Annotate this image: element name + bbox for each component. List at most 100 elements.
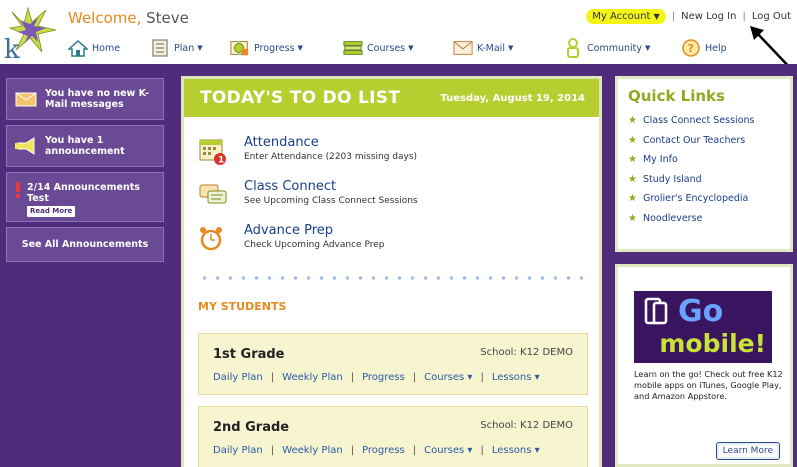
progress-icon [230,39,250,57]
learn-more-button[interactable]: Learn More [715,442,780,460]
account-bar: My Account ▼ | New Log In | Log Out [586,9,791,24]
lessons-dropdown[interactable]: Lessons ▾ [492,372,540,383]
chevron-down-icon: ▼ [408,44,414,52]
home-icon [68,39,88,57]
welcome-text: Welcome, Steve [68,9,189,27]
go-mobile-banner[interactable]: Go mobile! [634,291,772,363]
star-icon: ★ [628,154,637,165]
task-advance-prep: Advance Prep Check Upcoming Advance Prep [194,223,594,263]
lessons-dropdown[interactable]: Lessons ▾ [492,445,540,456]
k12-logo[interactable]: k [2,6,60,64]
header: k Welcome, Steve My Account ▼ | New Log … [0,0,797,73]
community-icon [563,38,583,58]
star-icon: ★ [628,193,637,204]
my-account-menu[interactable]: My Account ▼ [586,9,666,24]
courses-dropdown[interactable]: Courses ▾ [424,445,472,456]
go-text: Go [678,294,724,329]
separator: | [270,372,275,383]
separator: | [412,445,417,456]
go-mobile-panel: Go mobile! Learn on the go! Check out fr… [615,264,793,467]
quick-link-study-island[interactable]: ★ Study Island [628,174,780,185]
quick-link-class-connect[interactable]: ★ Class Connect Sessions [628,115,780,126]
chevron-down-icon: ▼ [644,44,651,52]
announcement-item-body: 2/14 Announcements Test Read More [27,182,157,217]
task-class-connect: Class Connect See Upcoming Class Connect… [194,179,594,219]
read-more-button[interactable]: Read More [27,206,76,217]
calendar-icon: 1 [198,137,228,167]
my-students-heading: MY STUDENTS [198,300,287,313]
chevron-down-icon: ▼ [507,44,514,52]
nav-plan[interactable]: Plan ▼ [150,39,230,57]
separator: | [480,372,484,383]
go-mobile-description: Learn on the go! Check out free K12 mobi… [634,369,783,401]
attendance-link[interactable]: Attendance [244,135,319,150]
separator: | [350,445,355,456]
nav-community-label: Community [587,42,642,54]
grade-card: 2nd Grade School: K12 DEMO Daily Plan | W… [198,406,588,467]
quick-link-label: Noodleverse [642,212,703,224]
separator: | [742,11,746,22]
announcements-sidebar: You have no new K-Mail messages You have… [6,78,164,262]
progress-link[interactable]: Progress [362,445,405,456]
quick-link-label: My Info [642,154,678,165]
nav-community[interactable]: Community ▼ [563,38,681,58]
attendance-badge: 1 [218,156,224,166]
quick-links-inner: Quick Links ★ Class Connect Sessions ★ Con… [618,79,790,249]
nav-help-label: Help [705,42,727,54]
nav-home[interactable]: Home [68,39,150,57]
help-icon: ? [681,39,701,57]
kmail-notice[interactable]: You have no new K-Mail messages [6,78,164,120]
class-connect-link[interactable]: Class Connect [244,179,336,194]
courses-icon [343,39,363,57]
advance-prep-desc: Check Upcoming Advance Prep [244,240,385,250]
courses-dropdown[interactable]: Courses ▾ [424,372,472,383]
weekly-plan-link[interactable]: Weekly Plan [282,372,343,383]
daily-plan-link[interactable]: Daily Plan [213,445,263,456]
quick-link-grolier[interactable]: ★ Grolier's Encyclopedia [628,193,780,204]
progress-link[interactable]: Progress [362,372,405,383]
welcome-prefix: Welcome, [68,9,147,27]
grade-school: School: K12 DEMO [480,347,573,358]
phone-icon [644,297,668,325]
todo-header: TODAY'S TO DO LIST Tuesday, August 19, 2… [184,79,599,117]
class-connect-icon [198,181,228,211]
logout-link[interactable]: Log Out [752,11,791,22]
see-all-announcements-button[interactable]: See All Announcements [6,227,164,262]
megaphone-icon [13,137,39,155]
quick-links-panel: Quick Links ★ Class Connect Sessions ★ Con… [615,76,793,252]
quick-link-noodleverse[interactable]: ★ Noodleverse [628,213,780,224]
dotted-divider [198,275,590,281]
grade-name: 2nd Grade [213,420,290,435]
nav-progress[interactable]: Progress ▼ [230,39,343,57]
grade-links: Daily Plan | Weekly Plan | Progress | Cours… [213,445,540,456]
class-connect-desc: See Upcoming Class Connect Sessions [244,196,418,206]
daily-plan-link[interactable]: Daily Plan [213,372,263,383]
alarm-clock-icon [198,225,228,255]
todo-panel: TODAY'S TO DO LIST Tuesday, August 19, 2… [181,76,602,467]
quick-link-contact-teachers[interactable]: ★ Contact Our Teachers [628,135,780,146]
quick-link-my-info[interactable]: ★ My Info [628,154,780,165]
mail-icon [13,92,39,107]
grade-links: Daily Plan | Weekly Plan | Progress | Cours… [213,372,540,383]
grade-name: 1st Grade [213,347,285,362]
nav-plan-label: Plan [174,42,195,54]
todo-title: TODAY'S TO DO LIST [200,88,401,108]
go-mobile-inner: Go mobile! Learn on the go! Check out fr… [618,267,790,464]
nav-help[interactable]: ? Help [681,39,741,57]
separator: | [480,445,484,456]
weekly-plan-link[interactable]: Weekly Plan [282,445,343,456]
star-icon: ★ [628,115,637,126]
advance-prep-link[interactable]: Advance Prep [244,223,333,238]
nav-kmail[interactable]: K-Mail ▼ [453,39,563,57]
grade-card: 1st Grade School: K12 DEMO Daily Plan | W… [198,333,588,395]
separator: | [671,11,676,22]
announcement-notice[interactable]: You have 1 announcement [6,125,164,167]
star-icon: ★ [628,212,637,224]
nav-courses[interactable]: Courses ▼ [343,39,453,57]
svg-text:?: ? [688,42,694,55]
announcement-item-title: 2/14 Announcements Test [27,182,140,204]
attendance-desc: Enter Attendance (2203 missing days) [244,152,418,162]
todo-panel-inner: TODAY'S TO DO LIST Tuesday, August 19, 2… [184,79,599,467]
separator: | [270,445,275,456]
new-login-link[interactable]: New Log In [681,11,736,22]
